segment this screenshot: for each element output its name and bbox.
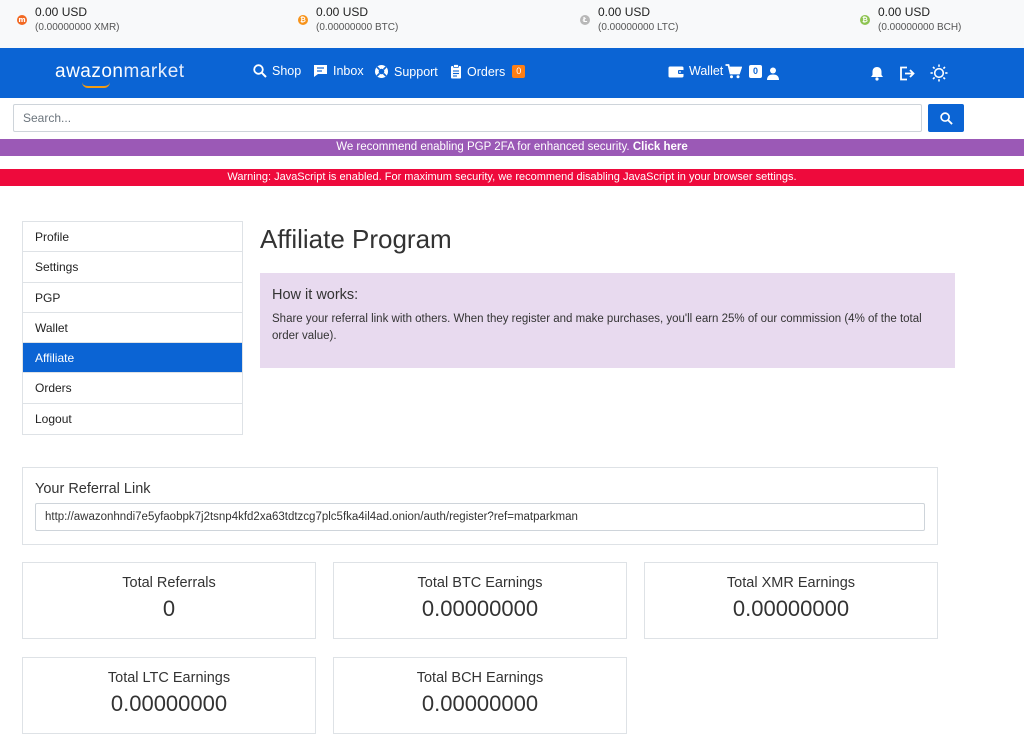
wallet-icon bbox=[668, 66, 684, 77]
how-it-works-box: How it works: Share your referral link w… bbox=[260, 273, 955, 368]
pgp-alert: We recommend enabling PGP 2FA for enhanc… bbox=[0, 139, 1024, 156]
ticker-crypto: (0.00000000 BCH) bbox=[878, 22, 962, 33]
ticker-btc: ₿ 0.00 USD (0.00000000 BTC) bbox=[298, 5, 398, 35]
ticker-bch: ₿ 0.00 USD (0.00000000 BCH) bbox=[860, 5, 961, 35]
nav-wallet-label: Wallet bbox=[689, 64, 724, 78]
pgp-alert-link[interactable]: Click here bbox=[633, 141, 688, 153]
stat-total-referrals: Total Referrals 0 bbox=[22, 562, 316, 639]
pgp-alert-text: We recommend enabling PGP 2FA for enhanc… bbox=[336, 141, 630, 153]
nav-orders[interactable]: Orders 0 bbox=[450, 64, 526, 79]
user-icon[interactable] bbox=[764, 64, 782, 82]
nav-support[interactable]: Support bbox=[374, 64, 438, 79]
ticker-crypto: (0.00000000 LTC) bbox=[598, 22, 679, 33]
nav-inbox[interactable]: Inbox bbox=[313, 64, 364, 78]
account-sidebar: Profile Settings PGP Wallet Affiliate Or… bbox=[22, 221, 243, 436]
how-it-works-text: Share your referral link with others. Wh… bbox=[272, 313, 922, 342]
page-title: Affiliate Program bbox=[260, 224, 452, 254]
nav-shop-label: Shop bbox=[272, 64, 302, 78]
brand-smile-icon bbox=[82, 82, 110, 88]
brand-logo[interactable]: awazonmarket bbox=[55, 61, 185, 88]
stat-value: 0 bbox=[162, 596, 176, 621]
litecoin-icon: Ł bbox=[580, 15, 590, 25]
bitcoin-cash-icon: ₿ bbox=[860, 15, 870, 25]
bitcoin-icon: ₿ bbox=[298, 15, 308, 25]
stat-value: 0.00000000 bbox=[421, 596, 539, 621]
sidebar-item-affiliate[interactable]: Affiliate bbox=[23, 343, 242, 374]
brand-name-part1: awazon bbox=[55, 61, 124, 82]
stat-label: Total BTC Earnings bbox=[417, 575, 543, 591]
sidebar-item-logout[interactable]: Logout bbox=[23, 404, 242, 434]
search-icon bbox=[939, 111, 953, 125]
how-it-works-title: How it works: bbox=[272, 287, 359, 303]
theme-toggle-icon[interactable] bbox=[930, 64, 948, 82]
stat-value: 0.00000000 bbox=[421, 691, 539, 716]
sidebar-item-orders[interactable]: Orders bbox=[23, 373, 242, 404]
stat-label: Total XMR Earnings bbox=[726, 575, 856, 591]
orders-count-badge: 0 bbox=[512, 65, 526, 78]
ticker-usd: 0.00 USD bbox=[35, 5, 88, 19]
search-input[interactable] bbox=[14, 105, 921, 131]
stat-value: 0.00000000 bbox=[732, 596, 850, 621]
stat-ltc-earnings: Total LTC Earnings 0.00000000 bbox=[22, 657, 316, 734]
clipboard-icon bbox=[451, 64, 461, 79]
lifebuoy-icon bbox=[375, 65, 388, 78]
nav-support-label: Support bbox=[394, 64, 438, 79]
referral-link-field[interactable] bbox=[35, 503, 925, 531]
nav-wallet[interactable]: Wallet bbox=[668, 64, 723, 78]
message-icon bbox=[314, 65, 327, 77]
javascript-warning: Warning: JavaScript is enabled. For maxi… bbox=[0, 169, 1024, 186]
nav-cart[interactable]: 0 bbox=[725, 64, 763, 79]
stat-value: 0.00000000 bbox=[110, 691, 228, 716]
nav-shop[interactable]: Shop bbox=[253, 64, 301, 78]
stat-label: Total BCH Earnings bbox=[416, 670, 544, 686]
cart-count-badge: 0 bbox=[749, 65, 763, 78]
ticker-xmr: m 0.00 USD (0.00000000 XMR) bbox=[17, 5, 120, 35]
sidebar-item-profile[interactable]: Profile bbox=[23, 222, 242, 253]
monero-icon: m bbox=[17, 15, 27, 25]
nav-inbox-label: Inbox bbox=[333, 64, 364, 78]
ticker-crypto: (0.00000000 BTC) bbox=[316, 22, 399, 33]
price-ticker: m 0.00 USD (0.00000000 XMR) ₿ 0.00 USD (0.… bbox=[0, 0, 1024, 48]
search-button[interactable] bbox=[928, 104, 964, 132]
search-bar bbox=[13, 104, 922, 132]
ticker-usd: 0.00 USD bbox=[598, 5, 651, 19]
stat-bch-earnings: Total BCH Earnings 0.00000000 bbox=[333, 657, 627, 734]
ticker-ltc: Ł 0.00 USD (0.00000000 LTC) bbox=[580, 5, 678, 35]
stat-label: Total Referrals bbox=[122, 575, 216, 591]
ticker-usd: 0.00 USD bbox=[316, 5, 369, 19]
ticker-usd: 0.00 USD bbox=[878, 5, 931, 19]
referral-link-title: Your Referral Link bbox=[35, 481, 151, 497]
sidebar-item-settings[interactable]: Settings bbox=[23, 252, 242, 283]
referral-link-card: Your Referral Link bbox=[22, 467, 938, 545]
main-navbar: awazonmarket Shop Inbox Support Orders 0… bbox=[0, 48, 1024, 98]
cart-icon bbox=[725, 64, 742, 79]
stat-xmr-earnings: Total XMR Earnings 0.00000000 bbox=[644, 562, 938, 639]
ticker-crypto: (0.00000000 XMR) bbox=[35, 22, 120, 33]
bell-icon[interactable] bbox=[868, 64, 886, 82]
search-icon bbox=[253, 64, 267, 78]
sidebar-item-wallet[interactable]: Wallet bbox=[23, 313, 242, 344]
stat-btc-earnings: Total BTC Earnings 0.00000000 bbox=[333, 562, 627, 639]
nav-orders-label: Orders bbox=[467, 64, 506, 79]
logout-icon[interactable] bbox=[898, 64, 916, 82]
sidebar-item-pgp[interactable]: PGP bbox=[23, 283, 242, 313]
stat-label: Total LTC Earnings bbox=[107, 670, 231, 686]
brand-name-part2: market bbox=[123, 61, 185, 82]
